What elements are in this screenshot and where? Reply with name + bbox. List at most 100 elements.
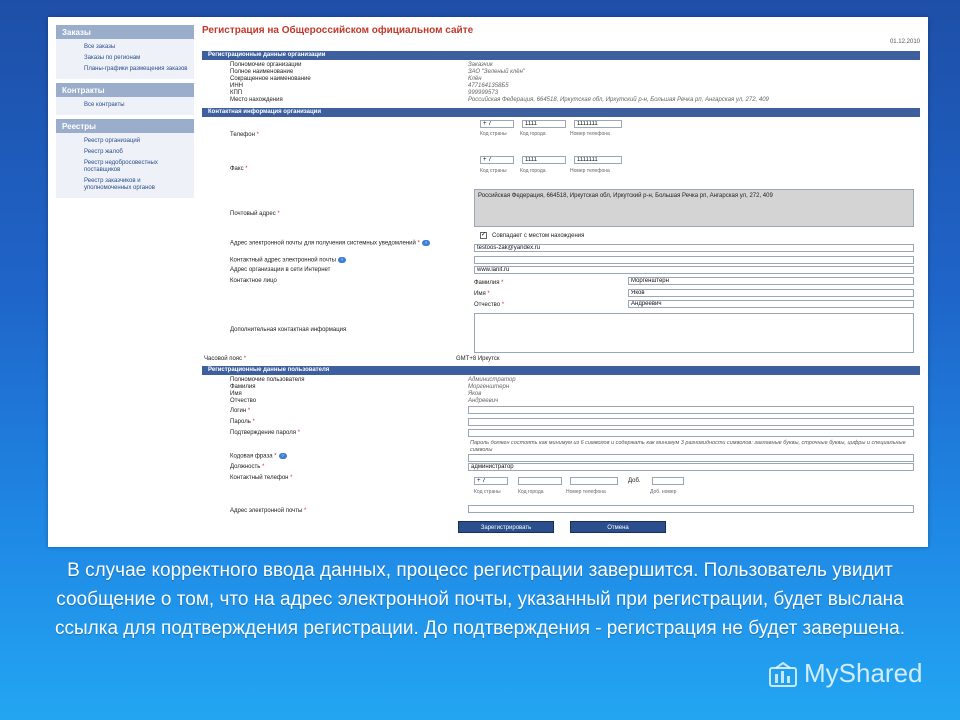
org-label: ИНН bbox=[230, 83, 243, 89]
sidebar-item-customers-registry[interactable]: Реестр заказчиков и уполномоченных орган… bbox=[56, 176, 194, 194]
user-phone-city-hint: Код города bbox=[518, 489, 544, 495]
user-value: Администратор bbox=[468, 377, 516, 383]
patronymic-label: Отчество * bbox=[474, 302, 505, 308]
section-header-user: Регистрационные данные пользователя bbox=[202, 366, 920, 375]
user-phone-country-input[interactable]: + 7 bbox=[474, 477, 508, 485]
timezone-label: Часовой пояс * bbox=[204, 356, 247, 362]
sidebar: Заказы Все заказы Заказы по регионам Пла… bbox=[56, 25, 194, 202]
help-icon[interactable]: ? bbox=[421, 240, 430, 246]
section-header-org: Регистрационные данные организации bbox=[202, 51, 920, 60]
user-label: Фамилия bbox=[230, 384, 256, 390]
user-email-input[interactable] bbox=[468, 505, 914, 513]
cancel-button[interactable]: Отмена bbox=[570, 521, 666, 533]
fax-country-input[interactable]: + 7 bbox=[480, 156, 514, 164]
extra-contact-textarea[interactable] bbox=[474, 313, 914, 353]
fax-city-input[interactable]: 1111 bbox=[522, 156, 566, 164]
confirm-password-label: Подтверждение пароля * bbox=[230, 430, 300, 436]
fax-number-hint: Номер телефона bbox=[570, 168, 610, 174]
surname-label: Фамилия * bbox=[474, 280, 504, 286]
user-value: Яков bbox=[468, 391, 482, 397]
user-phone-ext-hint: Доб. номер bbox=[650, 489, 677, 495]
phone-country-input[interactable]: + 7 bbox=[480, 120, 514, 128]
email-notify-label: Адрес электронной почты для получения си… bbox=[230, 240, 470, 248]
help-icon[interactable]: ? bbox=[337, 257, 346, 263]
patronymic-input[interactable]: Андреевич bbox=[628, 300, 914, 308]
phone-number-hint: Номер телефона bbox=[570, 131, 610, 137]
org-label: Сокращенное наименование bbox=[230, 76, 311, 82]
password-label: Пароль * bbox=[230, 419, 255, 425]
confirm-password-input[interactable] bbox=[468, 429, 914, 437]
same-as-location-checkbox[interactable]: ✓ bbox=[480, 232, 487, 239]
contact-email-label: Контактный адрес электронной почты? bbox=[230, 257, 346, 264]
help-icon[interactable]: ? bbox=[278, 453, 287, 459]
sidebar-section-registries: Реестры Реестр организаций Реестр жалоб … bbox=[56, 119, 194, 198]
org-label: Место нахождения bbox=[230, 97, 283, 103]
sidebar-item-complaints-registry[interactable]: Реестр жалоб bbox=[56, 147, 194, 158]
phone-city-hint: Код города bbox=[520, 131, 546, 137]
user-phone-label: Контактный телефон * bbox=[230, 475, 293, 481]
fax-number-input[interactable]: 1111111 bbox=[574, 156, 622, 164]
contact-email-input[interactable] bbox=[474, 256, 914, 264]
user-value: Моргенштерн bbox=[468, 384, 510, 390]
org-label: КПП bbox=[230, 90, 243, 96]
phone-city-input[interactable]: 1111 bbox=[522, 120, 566, 128]
position-input[interactable]: администратор bbox=[468, 463, 914, 471]
user-phone-city-input[interactable] bbox=[518, 477, 562, 485]
phone-label: Телефон * bbox=[230, 132, 259, 138]
contact-person-label: Контактное лицо bbox=[230, 278, 277, 284]
register-button[interactable]: Зарегистрировать bbox=[458, 521, 554, 533]
email-notify-input[interactable]: testoos-zak@yandex.ru bbox=[474, 244, 914, 252]
name-input[interactable]: Яков bbox=[628, 289, 914, 297]
user-email-label: Адрес электронной почты * bbox=[230, 508, 307, 514]
fax-country-hint: Код страны bbox=[480, 168, 507, 174]
main-content: Регистрация на Общероссийском официально… bbox=[202, 21, 922, 541]
same-as-location-label: Совпадает с местом нахождения bbox=[492, 233, 585, 239]
org-value: Заказчик bbox=[468, 62, 493, 68]
login-input[interactable] bbox=[468, 406, 914, 414]
phone-country-hint: Код страны bbox=[480, 131, 507, 137]
sidebar-item-org-registry[interactable]: Реестр организаций bbox=[56, 136, 194, 147]
user-value: Андреевич bbox=[468, 398, 499, 404]
user-phone-number-hint: Номер телефона bbox=[566, 489, 606, 495]
fax-city-hint: Код города bbox=[520, 168, 546, 174]
page-date: 01.12.2010 bbox=[889, 39, 920, 45]
code-phrase-label: Кодовая фраза *? bbox=[230, 453, 287, 460]
timezone-value[interactable]: GMT+8 Иркутск bbox=[456, 356, 500, 362]
org-value: Клён bbox=[468, 76, 482, 82]
password-input[interactable] bbox=[468, 418, 914, 426]
extra-contact-label: Дополнительная контактная информация bbox=[230, 327, 347, 333]
sidebar-item-orders-by-region[interactable]: Заказы по регионам bbox=[56, 53, 194, 64]
sidebar-header-contracts[interactable]: Контракты bbox=[56, 83, 194, 97]
login-label: Логин * bbox=[230, 408, 251, 414]
postal-address-label: Почтовый адрес * bbox=[230, 211, 280, 217]
user-label: Полномочие пользователя bbox=[230, 377, 305, 383]
website-label: Адрес организации в сети Интернет bbox=[230, 267, 331, 273]
user-phone-ext-input[interactable] bbox=[652, 477, 684, 485]
sidebar-header-registries[interactable]: Реестры bbox=[56, 119, 194, 133]
position-label: Должность * bbox=[230, 464, 265, 470]
phone-number-input[interactable]: 1111111 bbox=[574, 120, 622, 128]
org-label: Полномочие организации bbox=[230, 62, 302, 68]
registration-form-screenshot: Заказы Все заказы Заказы по регионам Пла… bbox=[48, 17, 928, 547]
sidebar-section-orders: Заказы Все заказы Заказы по регионам Пла… bbox=[56, 25, 194, 79]
user-phone-number-input[interactable] bbox=[570, 477, 618, 485]
sidebar-item-unfair-suppliers[interactable]: Реестр недобросовестных поставщиков bbox=[56, 158, 194, 176]
org-value: 4771641358Б5 bbox=[468, 83, 509, 89]
code-phrase-input[interactable] bbox=[468, 454, 914, 462]
ext-label: Доб. bbox=[628, 478, 641, 484]
user-label: Имя bbox=[230, 391, 242, 397]
org-label: Полное наименование bbox=[230, 69, 294, 75]
password-hint: Пароль должен состоять как минимум из 6 … bbox=[470, 440, 906, 453]
sidebar-item-all-orders[interactable]: Все заказы bbox=[56, 42, 194, 53]
page-title: Регистрация на Общероссийском официально… bbox=[202, 25, 474, 36]
sidebar-section-contracts: Контракты Все контракты bbox=[56, 83, 194, 115]
postal-address-textarea[interactable]: Российская Федерация, 664518, Иркутская … bbox=[474, 189, 914, 227]
section-header-contact: Контактная информация организации bbox=[202, 108, 920, 117]
user-label: Отчество bbox=[230, 398, 257, 404]
sidebar-item-all-contracts[interactable]: Все контракты bbox=[56, 100, 194, 111]
sidebar-item-schedules[interactable]: Планы-графики размещения заказов bbox=[56, 64, 194, 75]
sidebar-header-orders[interactable]: Заказы bbox=[56, 25, 194, 39]
surname-input[interactable]: Моргенштерн bbox=[628, 277, 914, 285]
website-input[interactable]: www.lanit.ru bbox=[474, 266, 914, 274]
myshared-watermark: MyShared bbox=[804, 658, 923, 688]
